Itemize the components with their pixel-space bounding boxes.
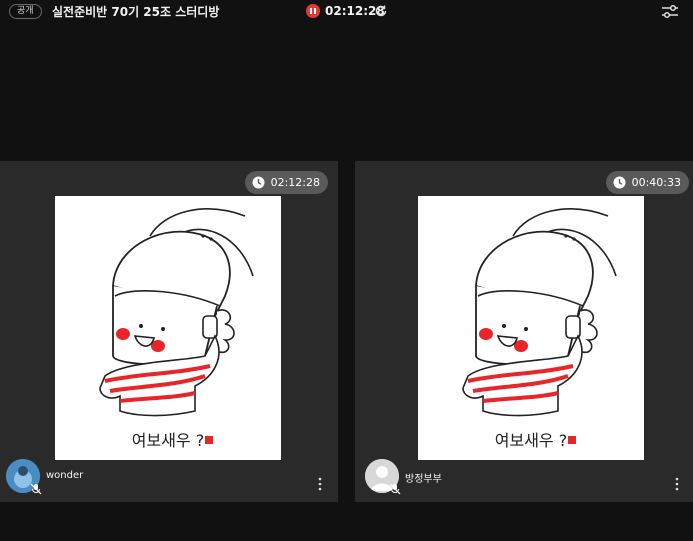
mic-muted-icon (389, 483, 401, 495)
participant-card[interactable]: 00:40:33 여보새우 ? 방정부부 (355, 161, 693, 502)
room-title: 실전준비반 70기 25조 스터디방 (52, 5, 220, 19)
participant-name: 방정부부 (405, 474, 442, 485)
video-feed: 여보새우 ? (418, 196, 644, 460)
shrimp-character-image: 여보새우 ? (418, 196, 644, 460)
record-pause-icon[interactable] (306, 4, 320, 18)
image-caption: 여보새우 ? (132, 431, 204, 450)
top-bar: 공개 실전준비반 70기 25조 스터디방 02:12:28 (0, 0, 693, 26)
refresh-icon[interactable] (374, 4, 388, 18)
participant-name: wonder (46, 470, 84, 481)
clock-icon (252, 176, 265, 189)
shrimp-character-image: 여보새우 ? (55, 196, 281, 460)
visibility-badge: 공개 (9, 4, 42, 19)
participant-card[interactable]: 02:12:28 여보새우 ? wonder (0, 161, 338, 502)
settings-sliders-icon[interactable] (661, 4, 679, 20)
mic-muted-icon (30, 483, 42, 495)
participant-timer-pill: 00:40:33 (605, 171, 689, 194)
clock-icon (613, 176, 626, 189)
image-caption: 여보새우 ? (495, 431, 567, 450)
participant-timer-pill: 02:12:28 (244, 171, 328, 194)
more-options-icon[interactable] (675, 477, 679, 491)
more-options-icon[interactable] (318, 477, 322, 491)
participant-timer: 02:12:28 (270, 176, 320, 189)
participant-timer: 00:40:33 (631, 176, 681, 189)
video-feed: 여보새우 ? (55, 196, 281, 460)
